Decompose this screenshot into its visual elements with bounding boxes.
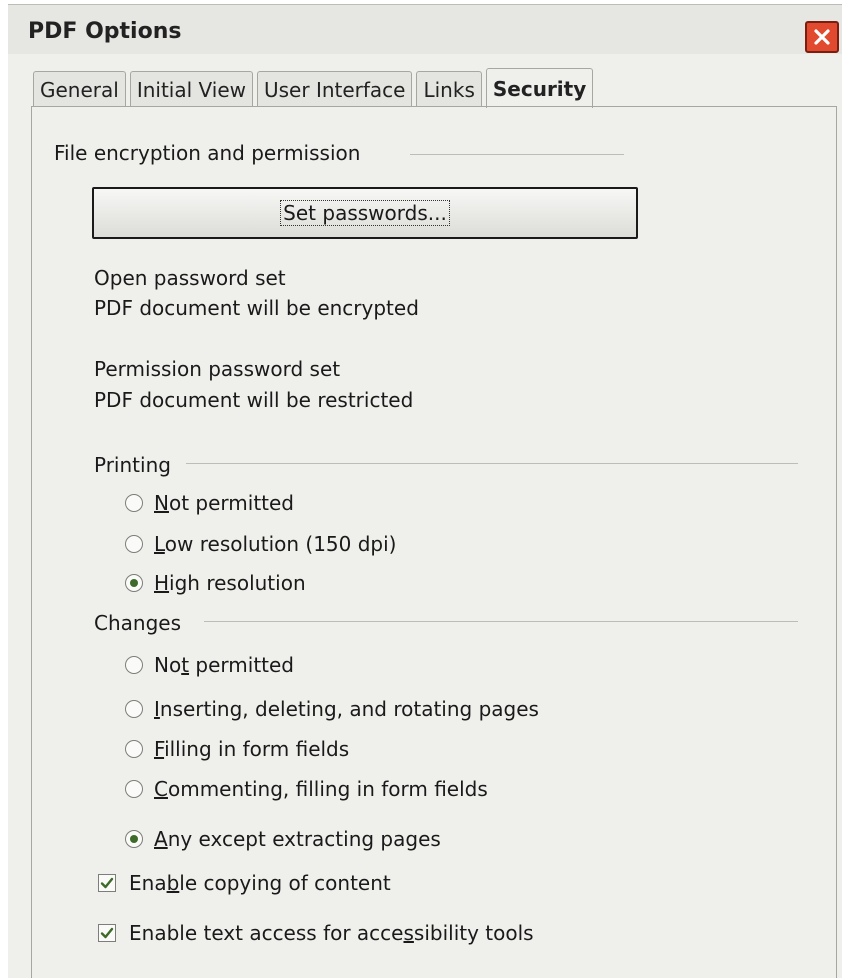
printing-separator	[186, 463, 798, 464]
radio-selected-icon	[125, 830, 143, 848]
changes-any-except-extracting-radio[interactable]: Any except extracting pages	[125, 827, 441, 851]
radio-unselected-icon	[125, 780, 143, 798]
tab-general[interactable]: General	[33, 71, 126, 107]
printing-low-resolution-radio[interactable]: Low resolution (150 dpi)	[125, 532, 396, 556]
open-password-status: Open password set	[94, 266, 286, 290]
radio-unselected-icon	[125, 656, 143, 674]
checkbox-checked-icon	[98, 874, 116, 892]
printing-option-label: Not permitted	[154, 491, 294, 515]
printing-option-label: High resolution	[154, 571, 306, 595]
encryption-separator	[410, 154, 624, 155]
permission-password-status: Permission password set	[94, 357, 341, 381]
changes-option-label: Any except extracting pages	[154, 827, 441, 851]
tab-user-interface[interactable]: User Interface	[257, 71, 413, 107]
close-button[interactable]	[805, 21, 839, 53]
changes-filling-form-fields-radio[interactable]: Filling in form fields	[125, 737, 349, 761]
radio-selected-icon	[125, 574, 143, 592]
enable-accessibility-checkbox[interactable]: Enable text access for accessibility too…	[98, 921, 534, 945]
changes-section-label: Changes	[94, 611, 181, 635]
changes-option-label: Commenting, filling in form fields	[154, 777, 488, 801]
changes-option-label: Filling in form fields	[154, 737, 350, 761]
enable-copying-label: Enable copying of content	[129, 871, 391, 895]
changes-commenting-radio[interactable]: Commenting, filling in form fields	[125, 777, 488, 801]
title-bar: PDF Options	[8, 4, 842, 54]
changes-option-label: Not permitted	[154, 653, 294, 677]
pdf-options-dialog: PDF Options General Initial View User In…	[8, 4, 842, 978]
permission-password-note: PDF document will be restricted	[94, 388, 414, 412]
window-title: PDF Options	[28, 19, 182, 44]
close-icon	[814, 29, 830, 45]
encryption-section-label: File encryption and permission	[54, 141, 361, 165]
tab-bar: General Initial View User Interface Link…	[33, 68, 597, 108]
radio-unselected-icon	[125, 535, 143, 553]
tab-security[interactable]: Security	[485, 68, 594, 108]
open-password-note: PDF document will be encrypted	[94, 296, 419, 320]
security-panel: File encryption and permission Set passw…	[31, 106, 837, 978]
changes-option-label: Inserting, deleting, and rotating pages	[154, 697, 539, 721]
radio-unselected-icon	[125, 494, 143, 512]
changes-separator	[204, 621, 798, 622]
printing-option-label: Low resolution (150 dpi)	[154, 532, 397, 556]
changes-not-permitted-radio[interactable]: Not permitted	[125, 653, 294, 677]
printing-high-resolution-radio[interactable]: High resolution	[125, 571, 306, 595]
radio-unselected-icon	[125, 740, 143, 758]
changes-insert-delete-rotate-radio[interactable]: Inserting, deleting, and rotating pages	[125, 697, 539, 721]
printing-section-label: Printing	[94, 453, 171, 477]
set-passwords-label: Set passwords...	[280, 200, 450, 226]
set-passwords-button[interactable]: Set passwords...	[92, 187, 638, 239]
checkbox-checked-icon	[98, 924, 116, 942]
radio-unselected-icon	[125, 700, 143, 718]
tab-links[interactable]: Links	[416, 71, 482, 107]
enable-copying-checkbox[interactable]: Enable copying of content	[98, 871, 391, 895]
printing-not-permitted-radio[interactable]: Not permitted	[125, 491, 294, 515]
tab-initial-view[interactable]: Initial View	[129, 71, 253, 107]
enable-accessibility-label: Enable text access for accessibility too…	[129, 921, 534, 945]
